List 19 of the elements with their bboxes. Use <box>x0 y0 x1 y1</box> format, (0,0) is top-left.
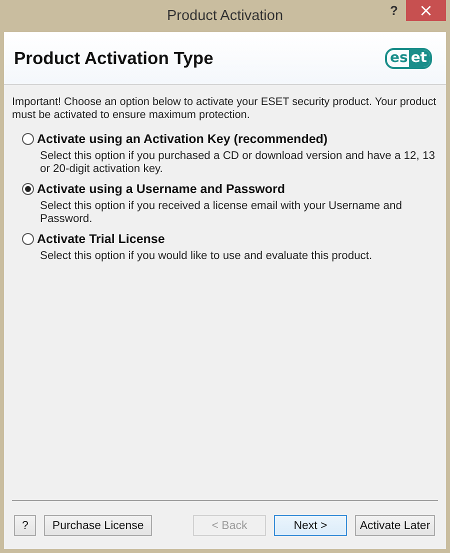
option-label[interactable]: Activate using a Username and Password <box>37 182 286 196</box>
option-description: Select this option if you would like to use and evaluate this product. <box>40 250 374 263</box>
help-button[interactable]: ? <box>390 3 398 18</box>
dialog-button[interactable]: Purchase License <box>44 515 152 536</box>
option-description: Select this option if you received a license email with your Username and Password. <box>40 200 403 226</box>
dialog-button[interactable]: Next > <box>274 515 347 536</box>
option-label[interactable]: Activate using an Activation Key (recommended) <box>37 132 328 146</box>
radio-button[interactable] <box>22 233 34 245</box>
radio-button[interactable] <box>22 183 34 195</box>
radio-button[interactable] <box>22 133 34 145</box>
option-description: Select this option if you purchased a CD or download version and have a 12, 13 or 20-digit activation key. <box>40 150 436 176</box>
dialog-button[interactable]: Activate Later <box>355 515 435 536</box>
eset-logo: es et <box>384 48 432 68</box>
option-label[interactable]: Activate Trial License <box>37 232 165 246</box>
close-button[interactable]: × <box>406 0 446 21</box>
intro-text: Important! Choose an option below to activate your ESET security product. Your product must be activated to ensure maximum protection. <box>12 96 438 122</box>
page-title: Product Activation Type <box>14 48 214 68</box>
window-title: Product Activation <box>166 8 284 24</box>
dialog-button[interactable]: ? <box>14 515 36 536</box>
